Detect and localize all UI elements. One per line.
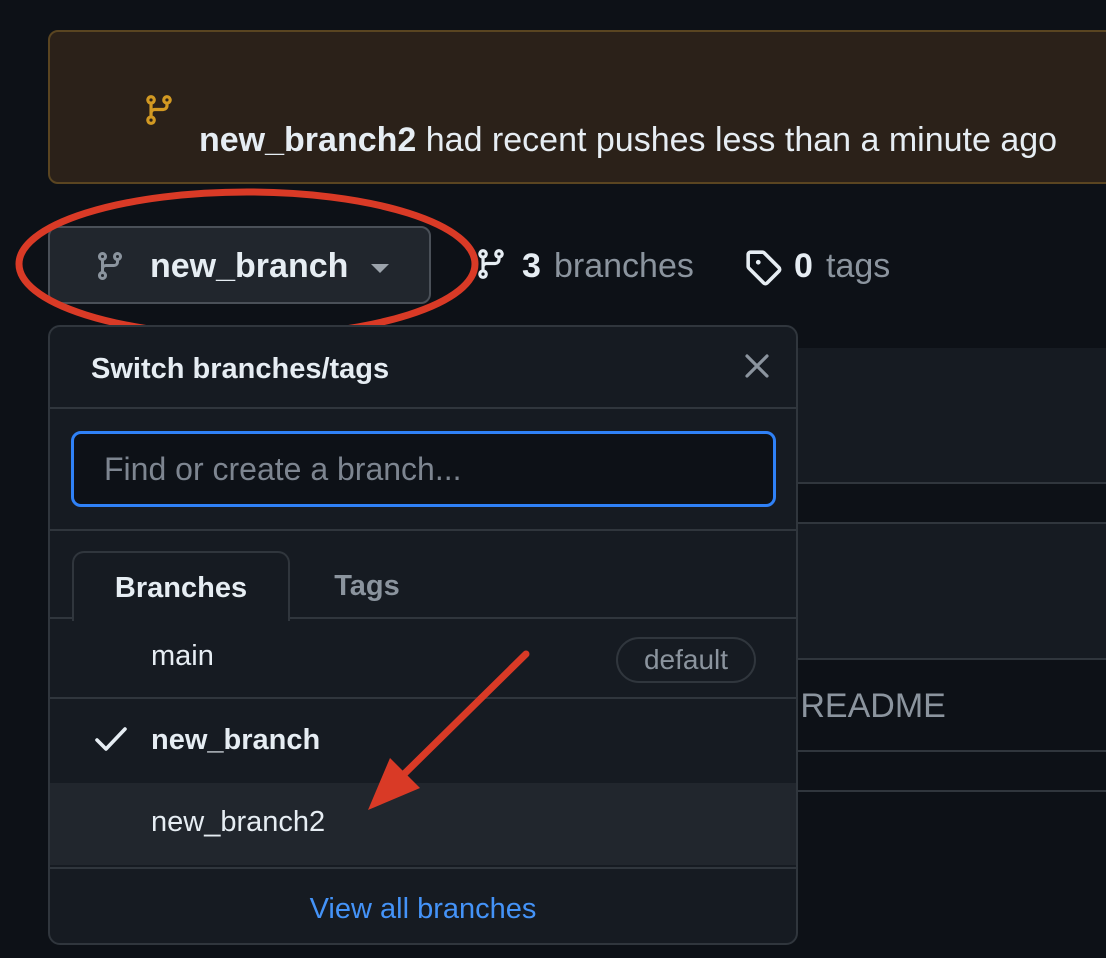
repository-page: new_branch2 had recent pushes less than …	[0, 0, 1106, 958]
close-icon[interactable]	[740, 349, 774, 383]
current-branch-label: new_branch	[150, 247, 349, 285]
check-icon	[95, 727, 127, 751]
git-branch-icon	[146, 95, 172, 125]
view-all-branches-link[interactable]: View all branches	[50, 889, 796, 929]
search-container	[50, 409, 796, 531]
tab-tags[interactable]: Tags	[290, 551, 444, 621]
branch-name: new_branch	[151, 724, 321, 756]
branches-count: 3	[522, 247, 541, 285]
recent-pushes-banner: new_branch2 had recent pushes less than …	[48, 30, 1106, 184]
recent-pushes-message: new_branch2 had recent pushes less than …	[199, 118, 1057, 162]
divider	[760, 790, 1106, 792]
branch-name: main	[151, 640, 214, 672]
tag-icon	[746, 250, 782, 286]
tags-label: tags	[826, 247, 891, 285]
file-list-row	[760, 522, 1106, 660]
divider	[760, 750, 1106, 752]
tab-branches[interactable]: Branches	[72, 551, 290, 621]
readme-link-fragment[interactable]: e README	[772, 684, 946, 728]
branch-item-new-branch2[interactable]: new_branch2	[50, 783, 796, 865]
branch-search-input[interactable]	[71, 431, 776, 507]
branch-item-new-branch[interactable]: new_branch	[50, 701, 796, 783]
branch-name: new_branch2	[151, 806, 326, 838]
branch-selector-button[interactable]: new_branch	[48, 226, 431, 304]
git-branch-icon	[478, 249, 504, 279]
dropdown-title: Switch branches/tags	[91, 353, 390, 385]
caret-down-icon	[371, 264, 389, 273]
tags-count: 0	[794, 247, 813, 285]
pushed-branch-name[interactable]: new_branch2	[199, 121, 416, 159]
default-badge: default	[616, 637, 756, 683]
view-all-footer: View all branches	[50, 867, 796, 943]
branches-label: branches	[554, 247, 694, 285]
dropdown-header: Switch branches/tags	[50, 327, 796, 409]
git-branch-icon	[97, 252, 122, 281]
recent-pushes-text: had recent pushes less than a minute ago	[416, 121, 1058, 159]
branch-item-main[interactable]: main default	[50, 617, 796, 699]
file-list-row	[760, 348, 1106, 484]
dropdown-tabs: Branches Tags	[50, 531, 796, 621]
branch-switcher-dropdown: Switch branches/tags Branches Tags main …	[48, 325, 798, 945]
